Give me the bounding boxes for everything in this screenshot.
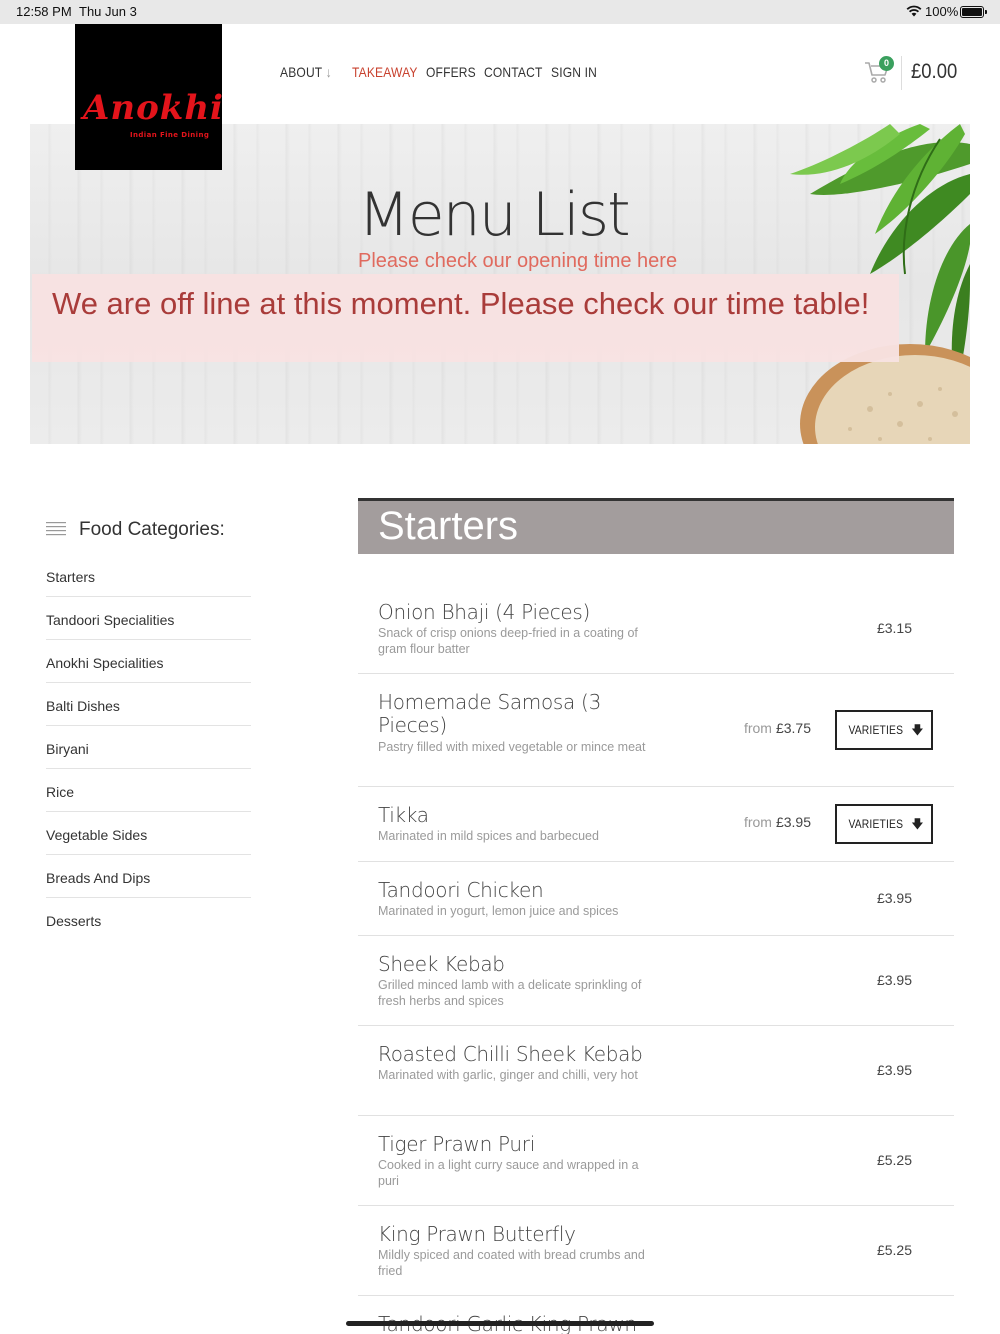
item-price: from £3.75	[744, 720, 811, 736]
price-from-label: from	[743, 814, 772, 830]
price-from-label: from	[743, 720, 772, 736]
category-list: Starters Tandoori Specialities Anokhi Sp…	[46, 554, 251, 941]
cart-divider	[901, 56, 902, 90]
item-price: £3.95	[876, 1062, 912, 1078]
item-name: Tikka	[378, 803, 429, 827]
nav-sign-in[interactable]: SIGN IN	[551, 64, 597, 80]
nav-offers[interactable]: OFFERS	[426, 64, 476, 80]
item-description: Grilled minced lamb with a delicate spri…	[378, 978, 642, 1008]
item-price: from £3.95	[744, 814, 811, 830]
status-bar: 12:58 PM Thu Jun 3 100%	[0, 0, 1000, 24]
battery-percent: 100%	[925, 4, 959, 19]
varieties-label: VARIETIES	[848, 817, 904, 831]
menu-list: Onion Bhaji (4 Pieces) Snack of crisp on…	[358, 584, 954, 1334]
category-rice[interactable]: Rice	[46, 769, 251, 812]
item-name: Roasted Chilli Sheek Kebab	[378, 1042, 643, 1066]
category-vegetable-sides[interactable]: Vegetable Sides	[46, 812, 251, 855]
item-description: Cooked in a light curry sauce and wrappe…	[378, 1158, 639, 1188]
category-biryani[interactable]: Biryani	[46, 726, 251, 769]
restaurant-logo[interactable]: Anokhi Indian Fine Dining	[75, 24, 224, 170]
menu-item[interactable]: King Prawn Butterfly Mildly spiced and c…	[358, 1206, 954, 1296]
menu-item[interactable]: Tandoori Garlic King Prawn	[358, 1296, 954, 1334]
cart-total[interactable]: £0.00	[911, 60, 957, 84]
arrow-down-icon: 🡇	[911, 817, 924, 831]
item-description: Pastry filled with mixed vegetable or mi…	[378, 740, 646, 754]
category-starters[interactable]: Starters	[46, 554, 251, 597]
nav-about-label: ABOUT	[280, 64, 323, 80]
menu-item[interactable]: Tiger Prawn Puri Cooked in a light curry…	[358, 1116, 954, 1206]
category-anokhi-specialities[interactable]: Anokhi Specialities	[46, 640, 251, 683]
category-tandoori-specialities[interactable]: Tandoori Specialities	[46, 597, 251, 640]
logo-tagline: Indian Fine Dining	[130, 131, 210, 139]
item-name: Tandoori Chicken	[378, 878, 544, 902]
sidebar-title: Food Categories:	[79, 519, 225, 540]
item-price: £5.25	[876, 1242, 912, 1258]
list-icon	[46, 522, 66, 536]
item-name: King Prawn Butterfly	[378, 1222, 576, 1246]
menu-item[interactable]: Roasted Chilli Sheek Kebab Marinated wit…	[358, 1026, 954, 1116]
menu-item[interactable]: Sheek Kebab Grilled minced lamb with a d…	[358, 936, 954, 1026]
page-title: Menu List	[358, 180, 631, 250]
chevron-down-icon: ↓	[325, 64, 332, 80]
item-description: Marinated with garlic, ginger and chilli…	[378, 1068, 638, 1082]
item-name: Tiger Prawn Puri	[378, 1132, 535, 1156]
nav-about[interactable]: ABOUT ↓	[280, 64, 332, 80]
item-description: Marinated in mild spices and barbecued	[378, 829, 599, 843]
offline-message: We are off line at this moment. Please c…	[52, 286, 870, 321]
opening-times-link[interactable]: Please check our opening time here	[358, 250, 677, 273]
price-value: £3.75	[775, 720, 811, 736]
varieties-button[interactable]: VARIETIES 🡇	[835, 710, 933, 750]
item-price: £3.95	[876, 972, 912, 988]
item-description: Mildly spiced and coated with bread crum…	[378, 1248, 645, 1278]
battery-icon	[960, 6, 987, 18]
varieties-label: VARIETIES	[848, 723, 904, 737]
item-name: Sheek Kebab	[378, 952, 505, 976]
category-desserts[interactable]: Desserts	[46, 898, 251, 941]
menu-item[interactable]: Homemade Samosa (3 Pieces) Pastry filled…	[358, 674, 954, 787]
section-header: Starters	[358, 498, 954, 554]
item-name: Onion Bhaji (4 Pieces)	[378, 600, 591, 624]
category-breads-and-dips[interactable]: Breads And Dips	[46, 855, 251, 898]
status-time: 12:58 PM	[16, 4, 72, 19]
item-price: £3.95	[876, 890, 912, 906]
home-indicator	[346, 1321, 654, 1326]
item-price: £5.25	[876, 1152, 912, 1168]
wifi-icon	[906, 5, 922, 17]
status-date: Thu Jun 3	[79, 4, 137, 19]
nav-takeaway[interactable]: TAKEAWAY	[352, 64, 418, 80]
offline-alert: We are off line at this moment. Please c…	[32, 274, 899, 362]
section-title: Starters	[378, 504, 519, 548]
price-value: £3.95	[775, 814, 811, 830]
menu-item[interactable]: Onion Bhaji (4 Pieces) Snack of crisp on…	[358, 584, 954, 674]
menu-item[interactable]: Tikka Marinated in mild spices and barbe…	[358, 787, 954, 862]
hero-banner: Menu List Please check our opening time …	[30, 124, 970, 444]
logo-wordmark: Anokhi	[83, 88, 224, 128]
arrow-down-icon: 🡇	[911, 723, 924, 737]
cart-count-badge: 0	[879, 56, 894, 71]
item-description: Marinated in yogurt, lemon juice and spi…	[378, 904, 619, 918]
menu-item[interactable]: Tandoori Chicken Marinated in yogurt, le…	[358, 862, 954, 936]
category-balti-dishes[interactable]: Balti Dishes	[46, 683, 251, 726]
nav-contact[interactable]: CONTACT	[484, 64, 543, 80]
item-description: Snack of crisp onions deep-fried in a co…	[378, 626, 638, 656]
varieties-button[interactable]: VARIETIES 🡇	[835, 804, 933, 844]
item-price: £3.15	[876, 620, 912, 636]
item-name: Homemade Samosa (3 Pieces)	[378, 690, 601, 737]
